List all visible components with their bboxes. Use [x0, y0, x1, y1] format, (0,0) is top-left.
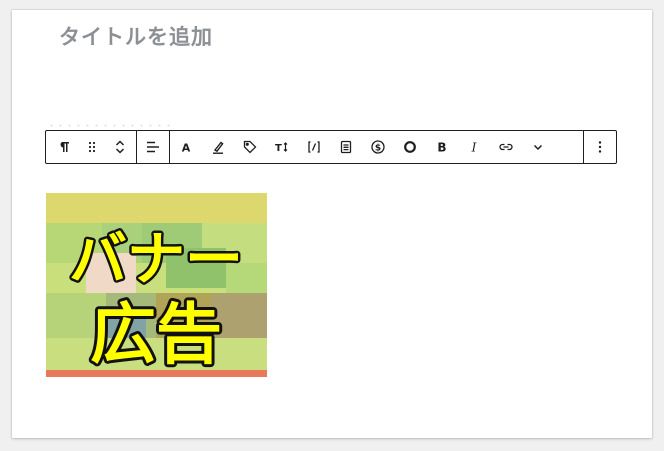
align-group: [136, 131, 169, 163]
banner-line1: バナー: [69, 225, 243, 293]
banner-line2: 広告: [90, 296, 222, 373]
move-up-down-icon[interactable]: [104, 131, 136, 163]
post-title-input[interactable]: タイトルを追加: [59, 22, 213, 52]
format-group: A T $ B I: [169, 131, 554, 163]
tag-icon[interactable]: [234, 131, 266, 163]
bold-icon[interactable]: B: [426, 131, 458, 163]
circle-icon[interactable]: [394, 131, 426, 163]
shortcode-icon[interactable]: [298, 131, 330, 163]
drag-handle-icon[interactable]: [80, 131, 104, 163]
link-icon[interactable]: [490, 131, 522, 163]
more-options-icon[interactable]: [584, 131, 616, 163]
font-size-icon[interactable]: T: [266, 131, 298, 163]
svg-text:$: $: [375, 143, 381, 153]
svg-text:B: B: [437, 141, 446, 155]
block-toolbar: A T $ B I: [45, 130, 617, 164]
svg-text:A: A: [182, 142, 191, 155]
svg-text:T: T: [275, 143, 282, 154]
chevron-down-icon[interactable]: [522, 131, 554, 163]
align-icon[interactable]: [137, 131, 169, 163]
paragraph-block-icon[interactable]: [48, 131, 80, 163]
text-color-icon[interactable]: A: [170, 131, 202, 163]
banner-image[interactable]: バナー 広告: [46, 193, 267, 377]
options-group: [583, 131, 616, 163]
block-tools-group: [46, 131, 136, 163]
dollar-icon[interactable]: $: [362, 131, 394, 163]
italic-icon[interactable]: I: [458, 131, 490, 163]
highlight-icon[interactable]: [202, 131, 234, 163]
svg-text:I: I: [471, 141, 477, 155]
document-icon[interactable]: [330, 131, 362, 163]
